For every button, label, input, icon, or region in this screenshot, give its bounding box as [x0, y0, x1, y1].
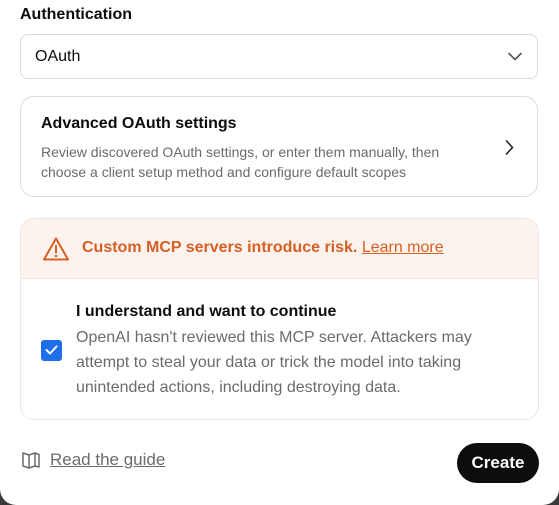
chevron-down-icon: [507, 49, 523, 65]
learn-more-link[interactable]: Learn more: [362, 239, 444, 256]
risk-warning-text: Custom MCP servers introduce risk. Learn…: [82, 237, 444, 259]
consent-title: I understand and want to continue: [76, 303, 337, 320]
read-the-guide-link[interactable]: Read the guide: [20, 450, 165, 470]
authentication-label: Authentication: [20, 6, 132, 23]
authentication-selected-value: OAuth: [35, 47, 81, 65]
create-connector-dialog: Authentication OAuth Advanced OAuth sett…: [0, 0, 559, 505]
create-button[interactable]: Create: [457, 443, 539, 483]
chevron-right-icon: [501, 137, 517, 157]
read-the-guide-label: Read the guide: [50, 450, 166, 469]
authentication-select[interactable]: OAuth: [20, 34, 538, 79]
risk-warning-card: Custom MCP servers introduce risk. Learn…: [20, 218, 539, 420]
consent-description: OpenAI hasn't reviewed this MCP server. …: [76, 329, 472, 396]
book-icon: [20, 450, 42, 470]
advanced-oauth-title: Advanced OAuth settings: [41, 115, 237, 132]
checkmark-icon: [45, 342, 58, 360]
consent-checkbox[interactable]: [41, 340, 62, 361]
risk-warning-message: Custom MCP servers introduce risk.: [82, 239, 358, 256]
advanced-oauth-settings-card[interactable]: Advanced OAuth settings Review discovere…: [20, 96, 538, 197]
advanced-oauth-description: Review discovered OAuth settings, or ent…: [41, 144, 440, 180]
warning-icon: [42, 236, 70, 262]
risk-warning-header: Custom MCP servers introduce risk. Learn…: [21, 219, 538, 279]
